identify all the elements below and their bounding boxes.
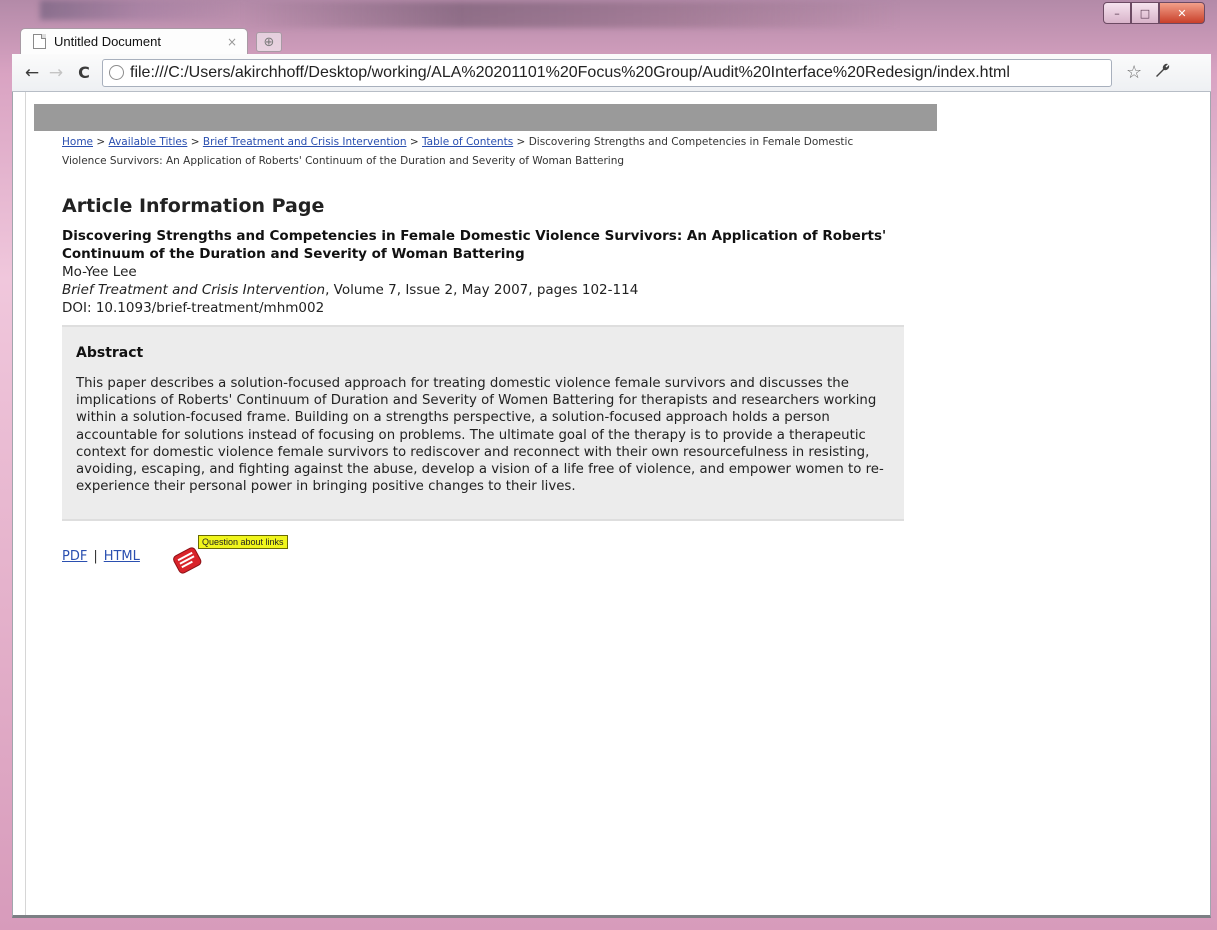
html-link[interactable]: HTML	[104, 549, 140, 564]
page-title: Article Information Page	[62, 195, 325, 217]
citation-details: , Volume 7, Issue 2, May 2007, pages 102…	[325, 282, 639, 298]
article-citation: Brief Treatment and Crisis Intervention,…	[62, 281, 937, 299]
wrench-menu-icon[interactable]	[1154, 62, 1170, 83]
link-separator: |	[93, 549, 98, 565]
pdf-link[interactable]: PDF	[62, 549, 87, 564]
breadcrumb-separator: >	[516, 136, 526, 148]
abstract-heading: Abstract	[76, 345, 144, 361]
article-doi: DOI: 10.1093/brief-treatment/mhm002	[62, 300, 325, 316]
abstract-text: This paper describes a solution-focused …	[76, 376, 884, 495]
journal-name: Brief Treatment and Crisis Intervention	[62, 282, 326, 298]
breadcrumb-separator: >	[190, 136, 200, 148]
article-title: Discovering Strengths and Competencies i…	[62, 228, 887, 262]
window-controls: – □ ✕	[1103, 2, 1205, 24]
new-tab-button[interactable]: ⊕	[256, 32, 282, 52]
browser-toolbar: ← → C file:///C:/Users/akirchhoff/Deskto…	[12, 54, 1211, 92]
url-text[interactable]: file:///C:/Users/akirchhoff/Desktop/work…	[130, 64, 1010, 82]
page-viewport: Home > Available Titles > Brief Treatmen…	[12, 92, 1211, 918]
page-icon	[109, 65, 124, 80]
full-text-links: PDF | HTML Question about links	[62, 535, 937, 579]
article-author: Mo-Yee Lee	[62, 264, 137, 280]
breadcrumb-home[interactable]: Home	[62, 136, 93, 148]
tab-close-icon[interactable]: ×	[227, 35, 237, 49]
annotation-tooltip: Question about links	[198, 535, 288, 550]
page-content: Home > Available Titles > Brief Treatmen…	[34, 104, 937, 579]
breadcrumb-journal[interactable]: Brief Treatment and Crisis Intervention	[203, 136, 407, 148]
close-window-button[interactable]: ✕	[1159, 2, 1205, 24]
back-button[interactable]: ←	[20, 63, 44, 83]
reload-button[interactable]: C	[72, 63, 96, 82]
breadcrumb: Home > Available Titles > Brief Treatmen…	[62, 133, 882, 171]
breadcrumb-table-of-contents[interactable]: Table of Contents	[422, 136, 513, 148]
breadcrumb-separator: >	[409, 136, 419, 148]
browser-tab[interactable]: Untitled Document ×	[20, 28, 248, 54]
frame-decoration	[40, 0, 240, 20]
bookmark-star-icon[interactable]: ☆	[1126, 62, 1142, 83]
forward-button[interactable]: →	[44, 63, 68, 83]
tab-title: Untitled Document	[54, 34, 161, 49]
maximize-button[interactable]: □	[1131, 2, 1159, 24]
header-bar	[34, 104, 937, 131]
document-icon	[33, 34, 46, 49]
breadcrumb-separator: >	[96, 136, 106, 148]
frame-decoration	[240, 2, 900, 28]
address-bar[interactable]: file:///C:/Users/akirchhoff/Desktop/work…	[102, 58, 1112, 87]
abstract-section: Abstract This paper describes a solution…	[62, 325, 904, 522]
minimize-button[interactable]: –	[1103, 2, 1131, 24]
breadcrumb-available-titles[interactable]: Available Titles	[109, 136, 188, 148]
